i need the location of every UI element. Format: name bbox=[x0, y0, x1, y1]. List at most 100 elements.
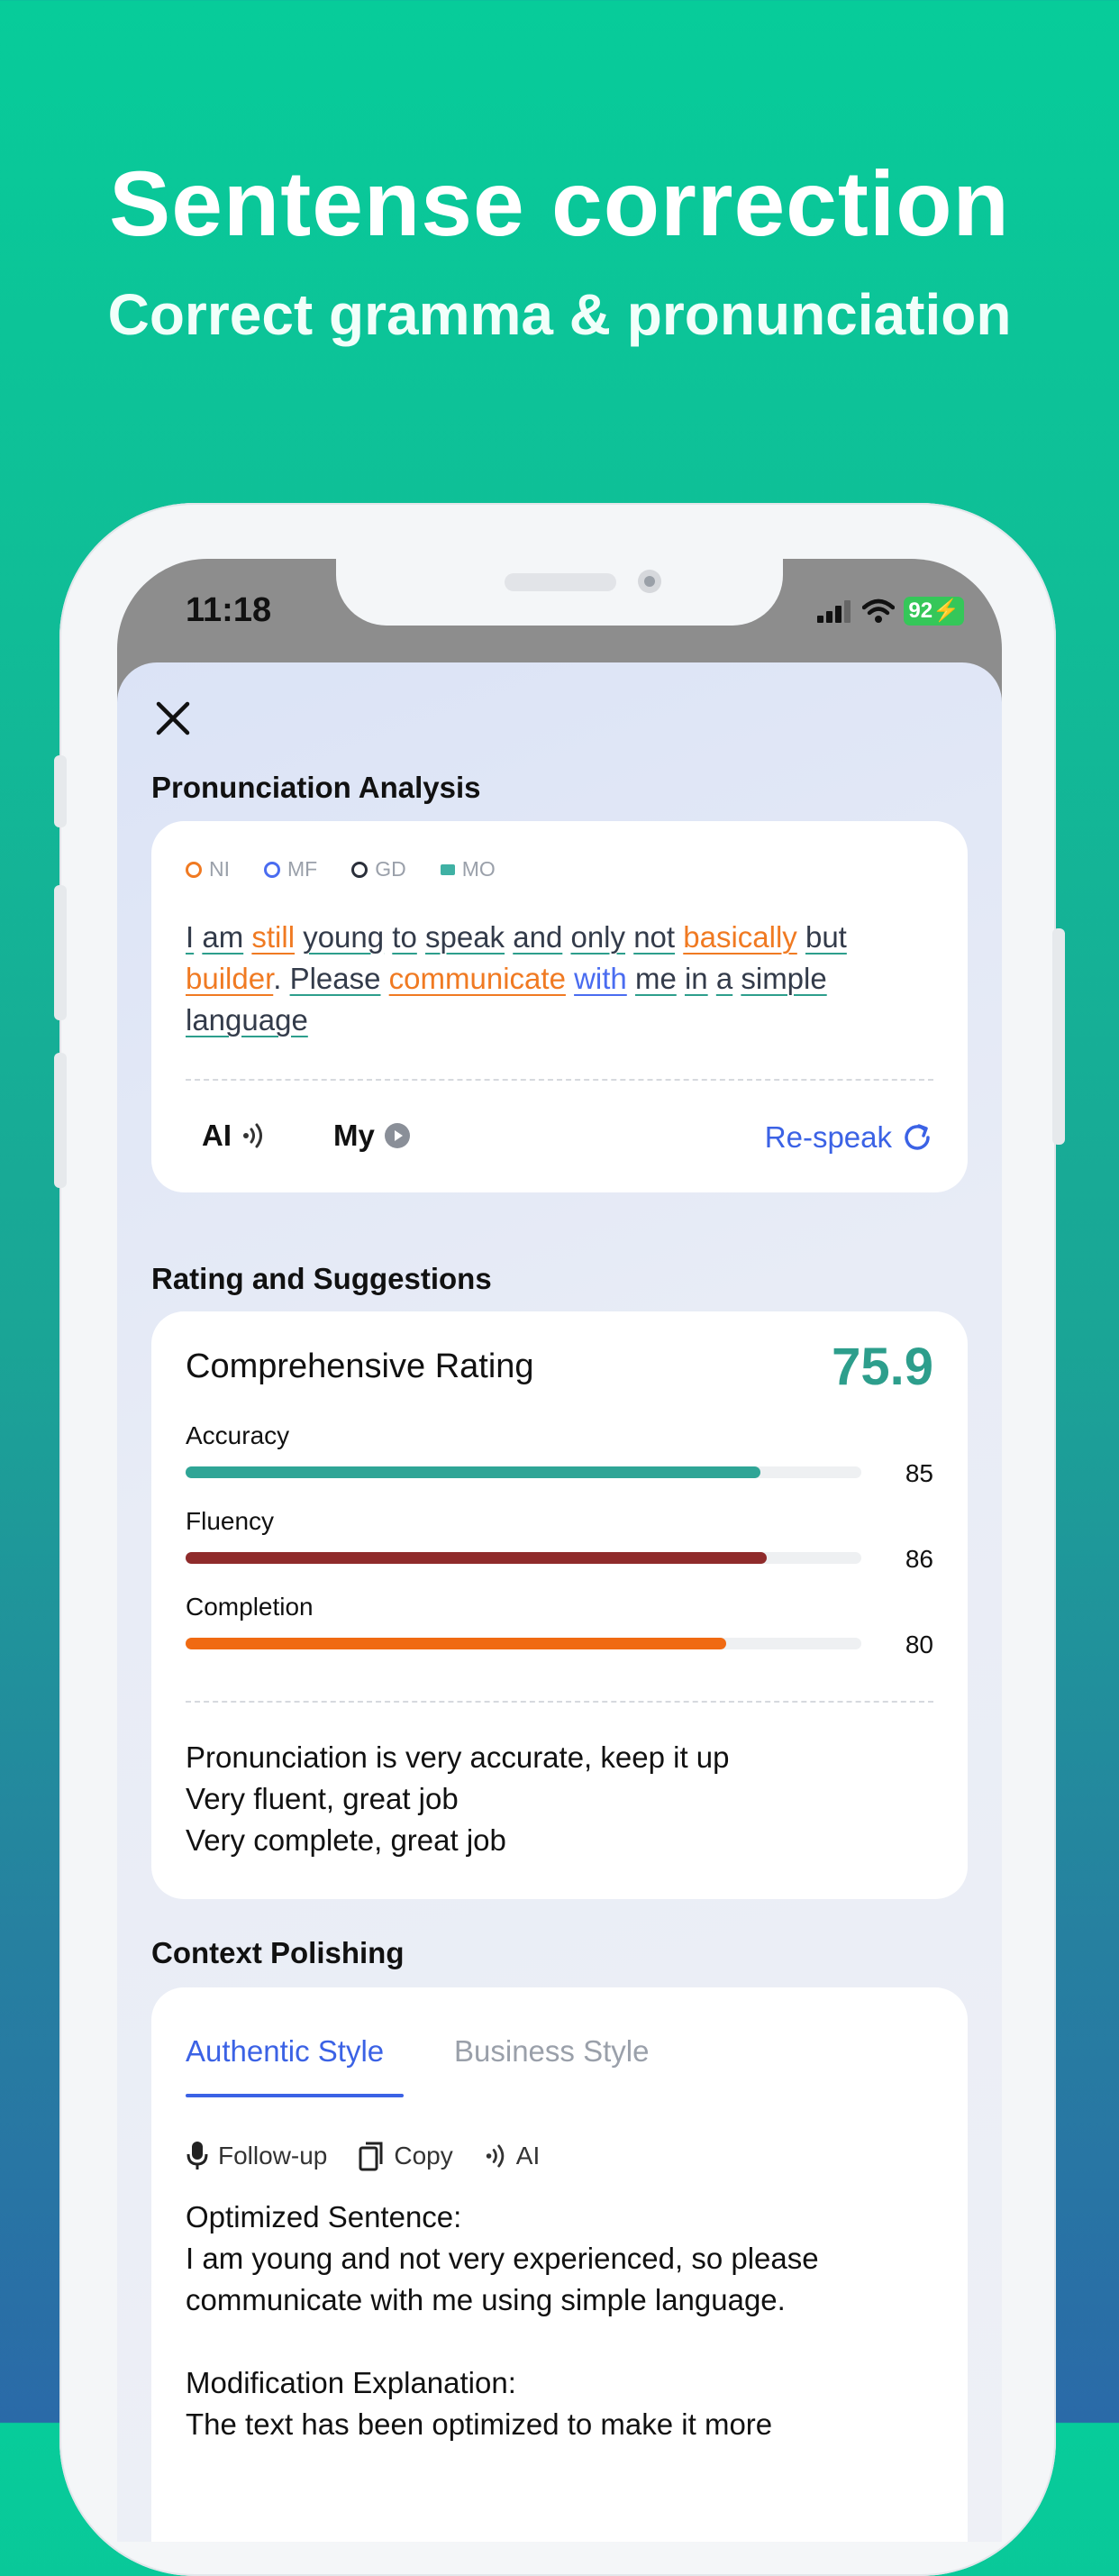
word-am[interactable]: am bbox=[202, 920, 243, 954]
optimized-sentence-label: Optimized Sentence: bbox=[186, 2200, 462, 2233]
legend-mo: MO bbox=[440, 857, 496, 882]
metric-label-completion: Completion bbox=[186, 1593, 314, 1621]
metric-value-completion: 80 bbox=[905, 1631, 933, 1658]
speaker bbox=[505, 573, 616, 591]
tab-authentic-style[interactable]: Authentic Style bbox=[186, 2034, 384, 2069]
wifi-icon bbox=[862, 598, 896, 623]
section-title-rating: Rating and Suggestions bbox=[151, 1262, 492, 1295]
legend-gd-marker bbox=[351, 861, 368, 878]
pronunciation-card: NI MF GD MO I am still young to speak an… bbox=[151, 821, 968, 1192]
metric-value-accuracy: 85 bbox=[905, 1459, 933, 1487]
word-still[interactable]: still bbox=[251, 920, 295, 954]
legend-mo-marker bbox=[440, 863, 455, 875]
refresh-icon bbox=[905, 1124, 930, 1150]
legend-mf-marker bbox=[264, 861, 280, 878]
word-only[interactable]: only bbox=[570, 920, 625, 954]
battery-indicator: 92⚡ bbox=[904, 597, 964, 626]
word-in[interactable]: in bbox=[685, 962, 708, 995]
modification-explanation-label: Modification Explanation: bbox=[186, 2366, 516, 2399]
legend-gd: GD bbox=[351, 857, 406, 882]
word-basically[interactable]: basically bbox=[683, 920, 797, 954]
word-speak[interactable]: speak bbox=[425, 920, 505, 954]
status-time: 11:18 bbox=[186, 591, 272, 629]
phone-mute-switch bbox=[54, 755, 67, 827]
comprehensive-rating-label: Comprehensive Rating bbox=[186, 1347, 534, 1385]
word-not[interactable]: not bbox=[633, 920, 675, 954]
word-me[interactable]: me bbox=[635, 962, 677, 995]
follow-up-label: Follow-up bbox=[218, 2142, 328, 2170]
battery-level: 92 bbox=[908, 598, 933, 623]
section-title-pronunciation: Pronunciation Analysis bbox=[151, 771, 481, 804]
ai-read-label: AI bbox=[515, 2142, 541, 2170]
legend-mf-label: MF bbox=[287, 857, 318, 881]
metric-fill-completion bbox=[186, 1638, 726, 1649]
section-title-polishing: Context Polishing bbox=[151, 1936, 405, 1969]
metric-fill-accuracy bbox=[186, 1466, 760, 1478]
word-i[interactable]: I bbox=[186, 920, 194, 954]
suggestion-2: Very fluent, great job bbox=[186, 1782, 459, 1815]
phone-volume-up bbox=[54, 885, 67, 1020]
ai-read-button[interactable]: AI bbox=[484, 2141, 540, 2171]
respeak-button[interactable]: Re-speak bbox=[765, 1120, 933, 1155]
legend-ni: NI bbox=[186, 857, 230, 882]
divider bbox=[186, 1079, 933, 1081]
tab-underline bbox=[186, 2094, 404, 2097]
legend-gd-label: GD bbox=[375, 857, 406, 881]
copy-icon bbox=[359, 2142, 383, 2171]
hero-subtitle: Correct gramma & pronunciation bbox=[107, 282, 1012, 347]
polishing-actions: Follow-up Copy AI bbox=[186, 2141, 540, 2171]
my-label: My bbox=[333, 1119, 375, 1152]
notch bbox=[336, 559, 783, 626]
follow-up-button[interactable]: Follow-up bbox=[186, 2141, 327, 2171]
ai-label: AI bbox=[202, 1119, 232, 1152]
copy-button[interactable]: Copy bbox=[358, 2141, 453, 2171]
metric-value-fluency: 86 bbox=[905, 1545, 933, 1573]
front-camera bbox=[638, 570, 661, 593]
ai-audio-button[interactable]: AI bbox=[202, 1119, 266, 1153]
metric-track-fluency bbox=[186, 1552, 861, 1564]
optimized-sentence-text: I am young and not very experienced, so … bbox=[186, 2242, 819, 2316]
metric-label-accuracy: Accuracy bbox=[186, 1421, 290, 1449]
suggestion-3: Very complete, great job bbox=[186, 1823, 506, 1857]
word-simple[interactable]: simple bbox=[741, 962, 826, 995]
divider bbox=[186, 1701, 933, 1703]
pronunciation-text: I am still young to speak and only not b… bbox=[186, 917, 933, 1041]
legend-mo-label: MO bbox=[461, 857, 496, 881]
word-language[interactable]: language bbox=[186, 1003, 308, 1037]
suggestion-1: Pronunciation is very accurate, keep it … bbox=[186, 1740, 730, 1774]
pronunciation-legend: NI MF GD MO bbox=[186, 857, 496, 882]
close-icon[interactable] bbox=[153, 699, 193, 738]
metric-fill-fluency bbox=[186, 1552, 767, 1564]
word-with[interactable]: with bbox=[574, 962, 627, 995]
speaker-wave-icon bbox=[486, 2144, 505, 2168]
word-please[interactable]: Please bbox=[290, 962, 381, 995]
my-recording-button[interactable]: My bbox=[333, 1119, 411, 1153]
metric-track-accuracy bbox=[186, 1466, 861, 1478]
comprehensive-rating-score: 75.9 bbox=[832, 1338, 933, 1396]
polishing-card: Authentic Style Business Style Follow-up bbox=[151, 1987, 968, 2542]
word-to[interactable]: to bbox=[392, 920, 417, 954]
legend-ni-label: NI bbox=[209, 857, 230, 881]
microphone-icon bbox=[186, 2142, 208, 2170]
phone-power-button bbox=[1052, 928, 1065, 1145]
phone-screen: 11:18 92⚡ Pronunciation Analysis NI MF G… bbox=[117, 559, 1002, 2542]
legend-mf: MF bbox=[264, 857, 317, 882]
copy-label: Copy bbox=[394, 2142, 453, 2170]
analysis-sheet: Pronunciation Analysis NI MF GD MO I am … bbox=[117, 662, 1002, 2542]
status-icons: 92⚡ bbox=[817, 597, 964, 626]
word-and[interactable]: and bbox=[513, 920, 562, 954]
word-communicate[interactable]: communicate bbox=[389, 962, 566, 995]
respeak-label: Re-speak bbox=[764, 1120, 892, 1154]
word-but[interactable]: but bbox=[805, 920, 847, 954]
word-a[interactable]: a bbox=[716, 962, 732, 995]
speaker-wave-icon bbox=[243, 1123, 262, 1148]
word-young[interactable]: young bbox=[303, 920, 384, 954]
signal-icon bbox=[817, 600, 851, 623]
tab-business-style[interactable]: Business Style bbox=[454, 2034, 649, 2069]
word-builder[interactable]: builder bbox=[186, 962, 273, 995]
rating-card: Comprehensive Rating 75.9 Accuracy 85 Fl… bbox=[151, 1311, 968, 1899]
legend-ni-marker bbox=[186, 861, 202, 878]
play-icon bbox=[384, 1123, 410, 1148]
modification-explanation-text: The text has been optimized to make it m… bbox=[186, 2407, 773, 2441]
phone-volume-down bbox=[54, 1053, 67, 1188]
